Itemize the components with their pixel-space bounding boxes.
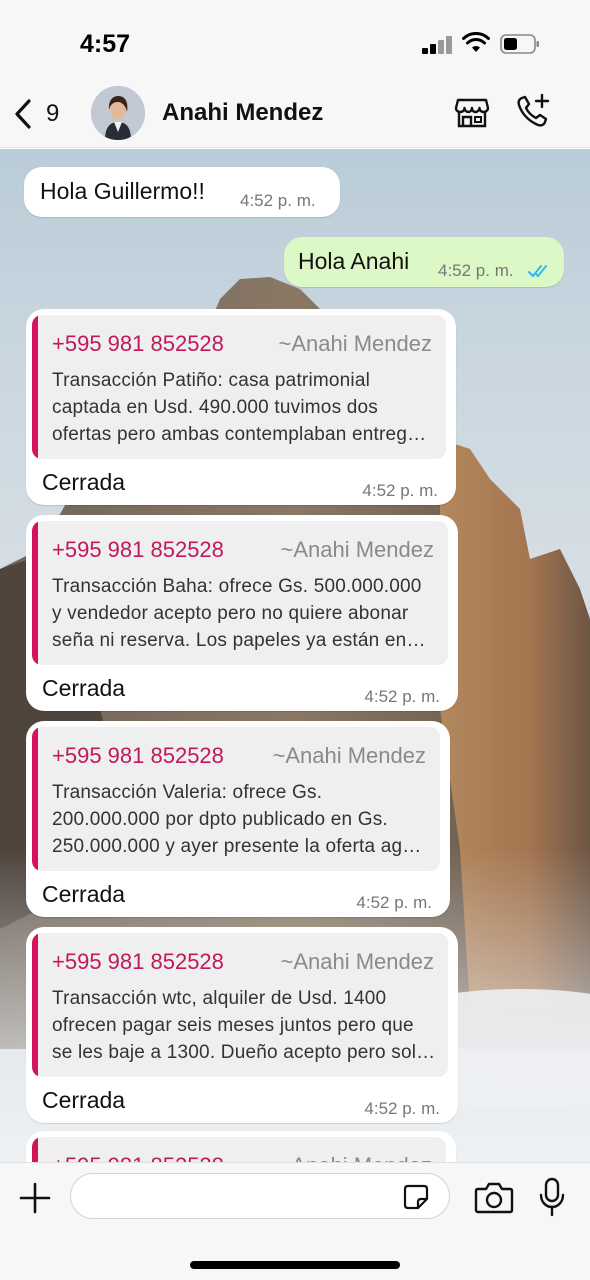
message-time: 4:52 p. m. <box>438 261 514 280</box>
store-icon[interactable] <box>454 94 490 130</box>
status-bar: 4:57 <box>0 0 590 84</box>
battery-icon <box>500 34 539 54</box>
quote-accent-bar <box>32 315 38 459</box>
sticker-icon[interactable] <box>402 1183 430 1211</box>
contact-avatar[interactable] <box>91 86 145 140</box>
reply-message[interactable]: +595 981 852528 ~Anahi Mendez <box>26 1131 456 1162</box>
signal-icon <box>422 36 454 54</box>
quote-text-line: 200.000.000 por dpto publicado en Gs. <box>52 809 388 830</box>
message-text: Cerrada <box>42 469 126 495</box>
reply-message[interactable]: +595 981 852528 ~Anahi Mendez Transacció… <box>26 927 458 1123</box>
unread-count: 9 <box>46 100 60 127</box>
avatar-photo-icon <box>91 86 145 140</box>
quote-sender-name: ~Anahi Mendez <box>280 949 435 974</box>
contact-name[interactable]: Anahi Mendez <box>162 99 323 127</box>
quoted-message[interactable]: +595 981 852528 ~Anahi Mendez Transacció… <box>32 727 440 871</box>
microphone-icon[interactable] <box>538 1177 566 1217</box>
chevron-left-icon <box>15 99 31 129</box>
home-indicator <box>190 1261 400 1269</box>
message-text: Hola Guillermo!! <box>40 178 205 204</box>
plus-icon[interactable] <box>18 1181 52 1215</box>
message-input[interactable] <box>70 1173 450 1219</box>
reply-message[interactable]: +595 981 852528 ~Anahi Mendez Transacció… <box>26 515 458 711</box>
quote-sender-phone: +595 981 852528 <box>52 331 224 356</box>
quote-accent-bar <box>32 521 38 665</box>
quote-text-line: captada en Usd. 490.000 tuvimos dos <box>52 397 378 418</box>
status-time: 4:57 <box>80 30 131 58</box>
read-ticks-icon <box>528 265 547 278</box>
add-call-icon[interactable] <box>514 92 552 130</box>
message-text: Cerrada <box>42 881 126 907</box>
reply-message[interactable]: +595 981 852528 ~Anahi Mendez Transacció… <box>26 309 456 505</box>
quote-text-line: y vendedor acepto pero no quiere abonar <box>52 603 409 624</box>
quote-text-line: 250.000.000 y ayer presente la oferta ag… <box>52 836 422 857</box>
quote-text-line: Transacción Baha: ofrece Gs. 500.000.000 <box>52 576 422 597</box>
quote-text-line: ofertas pero ambas contemplaban entreg… <box>52 424 427 445</box>
quote-text-line: Transacción Patiño: casa patrimonial <box>52 370 371 391</box>
quoted-message[interactable]: +595 981 852528 ~Anahi Mendez <box>32 1137 446 1162</box>
message-time: 4:52 p. m. <box>362 481 438 500</box>
message-time: 4:52 p. m. <box>240 191 316 210</box>
outgoing-message[interactable]: Hola Anahi 4:52 p. m. <box>284 237 564 287</box>
quote-sender-phone: +595 981 852528 <box>52 743 224 768</box>
quote-accent-bar <box>32 933 38 1077</box>
quote-sender-name: ~Anahi Mendez <box>272 743 427 768</box>
quoted-message[interactable]: +595 981 852528 ~Anahi Mendez Transacció… <box>32 521 448 665</box>
quoted-message[interactable]: +595 981 852528 ~Anahi Mendez Transacció… <box>32 933 448 1077</box>
quote-text-line: Transacción Valeria: ofrece Gs. <box>52 782 323 803</box>
quote-sender-phone: +595 981 852528 <box>52 1153 224 1162</box>
message-time: 4:52 p. m. <box>364 687 440 706</box>
wifi-icon <box>462 32 490 52</box>
message-text: Hola Anahi <box>298 248 410 274</box>
quoted-message[interactable]: +595 981 852528 ~Anahi Mendez Transacció… <box>32 315 446 459</box>
back-button[interactable]: 9 <box>12 96 72 132</box>
quote-sender-name: ~Anahi Mendez <box>279 1153 433 1162</box>
quote-accent-bar <box>32 727 38 871</box>
message-time: 4:52 p. m. <box>356 893 432 912</box>
quote-text-line: seña ni reserva. Los papeles ya están en… <box>52 630 426 651</box>
message-text: Cerrada <box>42 675 126 701</box>
chat-area[interactable]: Hola Guillermo!! 4:52 p. m. Hola Anahi 4… <box>0 149 590 1162</box>
chat-header: 9 Anahi Mendez <box>0 84 590 148</box>
incoming-message[interactable]: Hola Guillermo!! 4:52 p. m. <box>24 167 340 217</box>
reply-message[interactable]: +595 981 852528 ~Anahi Mendez Transacció… <box>26 721 450 917</box>
message-text: Cerrada <box>42 1087 126 1113</box>
composer-bar <box>0 1162 590 1280</box>
quote-sender-name: ~Anahi Mendez <box>280 537 435 562</box>
quote-accent-bar <box>32 1137 38 1162</box>
message-time: 4:52 p. m. <box>364 1099 440 1118</box>
quote-text-line: se les baje a 1300. Dueño acepto pero so… <box>52 1042 436 1063</box>
quote-text-line: Transacción wtc, alquiler de Usd. 1400 <box>52 988 387 1009</box>
quote-sender-phone: +595 981 852528 <box>52 949 224 974</box>
quote-text-line: ofrecen pagar seis meses juntos pero que <box>52 1015 414 1036</box>
camera-icon[interactable] <box>474 1181 514 1215</box>
quote-sender-name: ~Anahi Mendez <box>278 331 433 356</box>
quote-sender-phone: +595 981 852528 <box>52 537 224 562</box>
